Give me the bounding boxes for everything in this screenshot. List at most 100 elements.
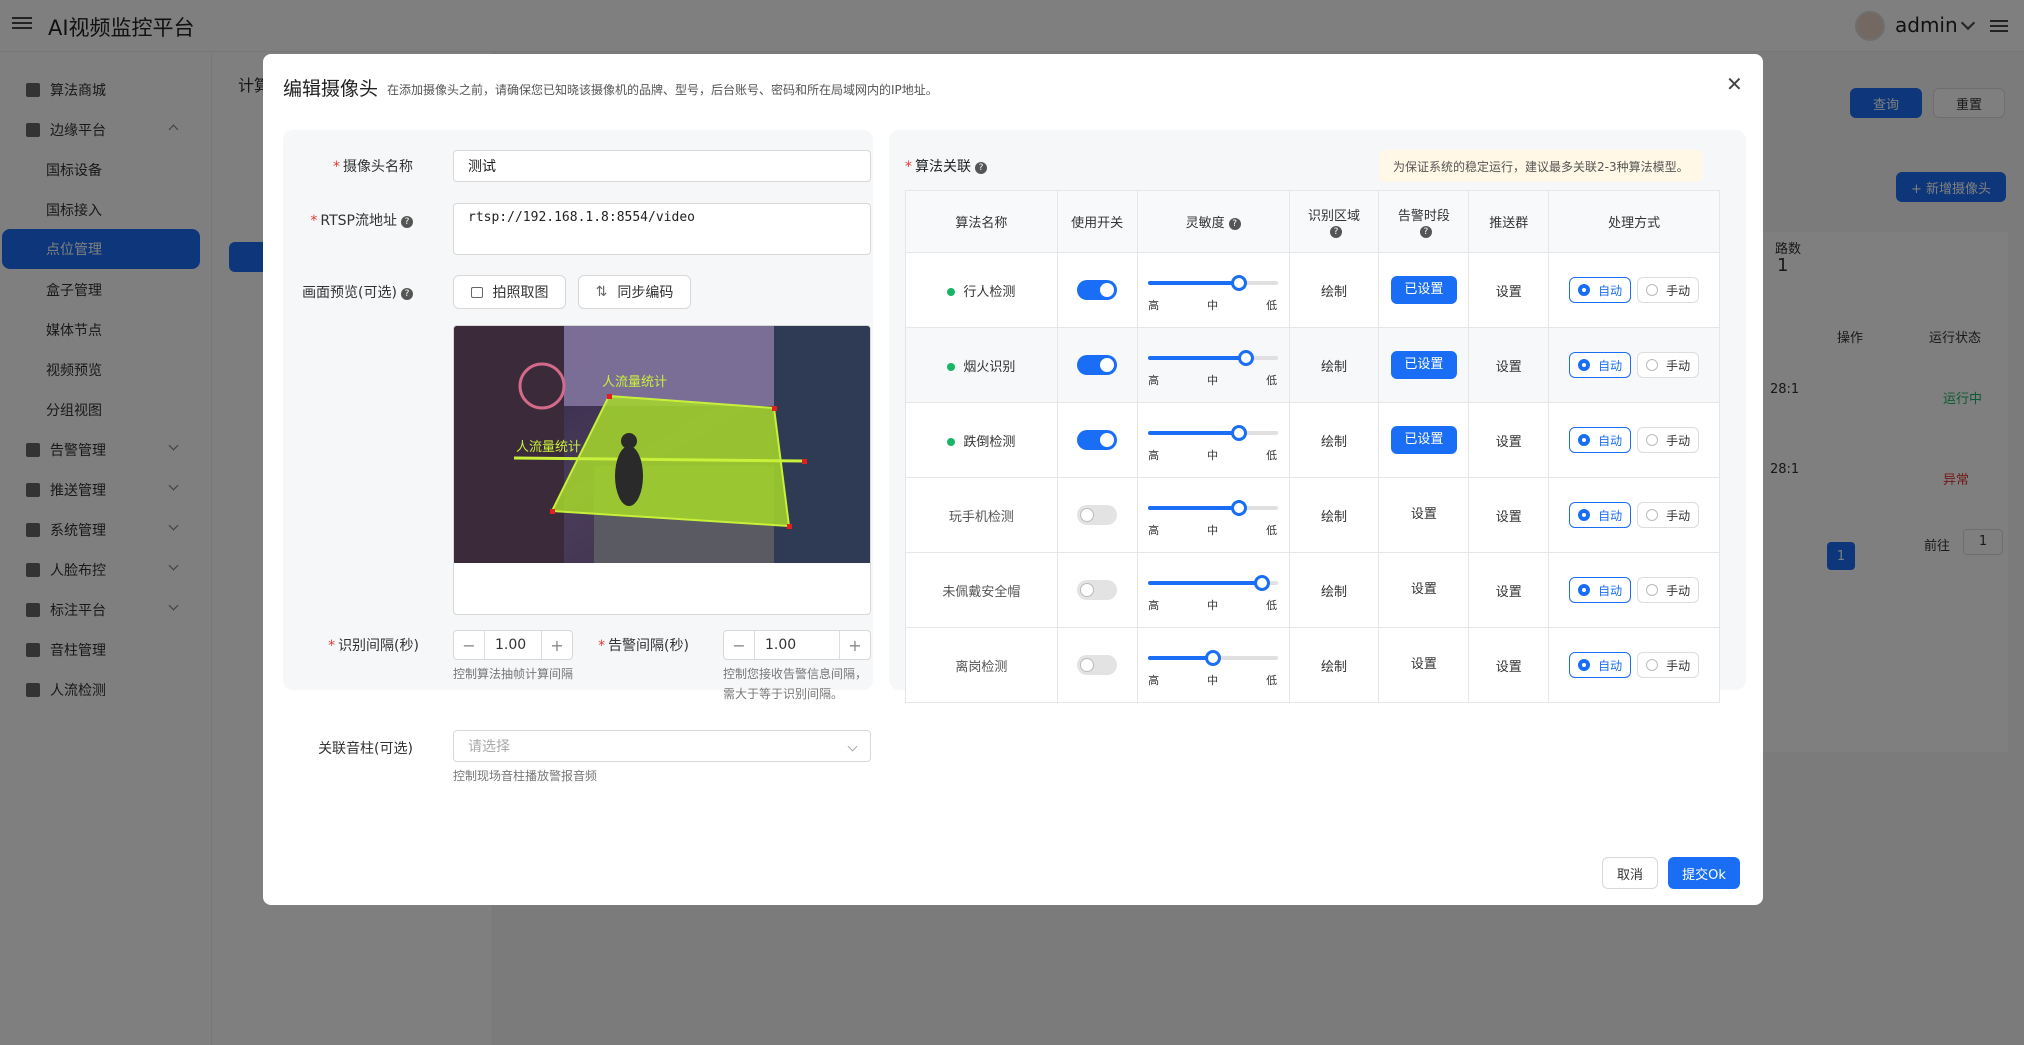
column-header: 使用开关 — [1056, 190, 1138, 253]
region-cell[interactable]: 绘制 — [1288, 402, 1380, 478]
recog-interval-stepper[interactable]: −1.00 + — [453, 630, 573, 660]
slider-handle[interactable] — [1231, 275, 1248, 291]
table-row: 跌倒检测 高中低绘制 已设置 设置 自动 手动 — [905, 402, 1720, 478]
algorithm-name-cell: 离岗检测 — [905, 627, 1058, 703]
mode-cell: 自动 手动 — [1548, 477, 1720, 553]
time-setting-button[interactable]: 已设置 — [1390, 276, 1457, 304]
enable-toggle[interactable] — [1077, 580, 1118, 600]
mode-manual-radio[interactable]: 手动 — [1637, 652, 1700, 678]
enable-toggle[interactable] — [1077, 505, 1118, 525]
time-setting-button[interactable]: 已设置 — [1390, 351, 1457, 379]
camera-snapshot: 人流量统计 人流量统计 — [454, 326, 870, 563]
mode-cell: 自动 手动 — [1548, 552, 1720, 628]
sensitivity-slider[interactable]: 高中低 — [1148, 342, 1279, 388]
algorithm-name-cell: 跌倒检测 — [905, 402, 1058, 478]
slider-handle[interactable] — [1205, 650, 1222, 666]
mode-cell: 自动 手动 — [1548, 402, 1720, 478]
sensitivity-cell: 高中低 — [1136, 552, 1290, 628]
enable-toggle-cell — [1056, 552, 1138, 628]
slider-handle[interactable] — [1231, 500, 1248, 516]
column-header: 告警时段? — [1378, 190, 1470, 253]
cancel-button[interactable]: 取消 — [1602, 857, 1658, 889]
sensitivity-slider[interactable]: 高中低 — [1148, 492, 1279, 538]
sensitivity-slider[interactable]: 高中低 — [1148, 567, 1279, 613]
algorithm-name-cell: 行人检测 — [905, 252, 1058, 328]
mode-manual-radio[interactable]: 手动 — [1637, 352, 1700, 378]
enable-toggle[interactable] — [1077, 655, 1118, 675]
sensitivity-cell: 高中低 — [1136, 627, 1290, 703]
push-cell[interactable]: 设置 — [1468, 252, 1550, 328]
recog-interval-hint: 控制算法抽帧计算间隔 — [453, 667, 574, 681]
mode-auto-radio[interactable]: 自动 — [1569, 502, 1632, 528]
mode-auto-radio[interactable]: 自动 — [1569, 427, 1632, 453]
time-setting-button[interactable]: 设置 — [1391, 501, 1457, 529]
slider-handle[interactable] — [1254, 575, 1271, 591]
help-icon: ? — [401, 288, 413, 300]
sensitivity-slider[interactable]: 高中低 — [1148, 642, 1279, 688]
mode-auto-radio[interactable]: 自动 — [1569, 277, 1632, 303]
chevron-down-icon — [847, 741, 858, 751]
recog-interval-label: * 识别间隔(秒) — [328, 638, 419, 654]
close-icon[interactable]: ✕ — [1726, 72, 1743, 96]
push-cell[interactable]: 设置 — [1468, 327, 1550, 403]
submit-button[interactable]: 提交Ok — [1668, 857, 1740, 889]
rtsp-url-input[interactable]: rtsp://192.168.1.8:8554/video — [453, 203, 871, 255]
region-cell[interactable]: 绘制 — [1288, 252, 1380, 328]
sensitivity-slider[interactable]: 高中低 — [1148, 417, 1279, 463]
region-cell[interactable]: 绘制 — [1288, 552, 1380, 628]
alarm-interval-stepper[interactable]: −1.00 + — [723, 630, 871, 660]
active-dot-icon — [947, 437, 956, 446]
algorithm-name-cell: 玩手机检测 — [905, 477, 1058, 553]
push-cell[interactable]: 设置 — [1468, 402, 1550, 478]
enable-toggle[interactable] — [1077, 430, 1118, 450]
mode-manual-radio[interactable]: 手动 — [1637, 427, 1700, 453]
help-icon: ? — [1329, 225, 1342, 238]
mode-manual-radio[interactable]: 手动 — [1637, 277, 1700, 303]
help-icon: ? — [401, 216, 413, 228]
time-setting-button[interactable]: 设置 — [1391, 576, 1457, 604]
video-preview[interactable]: 人流量统计 人流量统计 — [453, 325, 871, 615]
active-dot-icon — [947, 287, 956, 296]
help-icon: ? — [975, 162, 987, 174]
push-cell[interactable]: 设置 — [1468, 477, 1550, 553]
image-icon — [470, 286, 483, 298]
table-row: 未佩戴安全帽高中低绘制 设置 设置 自动 手动 — [905, 552, 1720, 628]
region-cell[interactable]: 绘制 — [1288, 627, 1380, 703]
slider-handle[interactable] — [1238, 350, 1255, 366]
mode-manual-radio[interactable]: 手动 — [1637, 502, 1700, 528]
decrement-button[interactable]: − — [724, 636, 754, 655]
enable-toggle-cell — [1056, 477, 1138, 553]
sensitivity-cell: 高中低 — [1136, 477, 1290, 553]
snapshot-button[interactable]: 拍照取图 — [453, 275, 566, 309]
alarm-interval-label: * 告警间隔(秒) — [598, 638, 689, 654]
mode-auto-radio[interactable]: 自动 — [1569, 652, 1632, 678]
region-cell[interactable]: 绘制 — [1288, 477, 1380, 553]
camera-name-input[interactable]: 测试 — [453, 150, 871, 182]
table-row: 行人检测 高中低绘制 已设置 设置 自动 手动 — [905, 252, 1720, 328]
mode-cell: 自动 手动 — [1548, 627, 1720, 703]
time-cell: 设置 — [1378, 552, 1470, 628]
speaker-select[interactable]: 请选择 — [453, 730, 871, 762]
dialog-subtitle: 在添加摄像头之前，请确保您已知晓该摄像机的品牌、型号，后台账号、密码和所在局域网… — [387, 83, 938, 97]
alarm-interval-hint: 控制您接收告警信息间隔，需大于等于识别间隔。 — [723, 667, 868, 701]
enable-toggle[interactable] — [1077, 355, 1118, 375]
mode-auto-radio[interactable]: 自动 — [1569, 352, 1632, 378]
enable-toggle[interactable] — [1077, 280, 1118, 300]
time-cell: 设置 — [1378, 627, 1470, 703]
mode-auto-radio[interactable]: 自动 — [1569, 577, 1632, 603]
time-setting-button[interactable]: 设置 — [1391, 651, 1457, 679]
decrement-button[interactable]: − — [454, 636, 484, 655]
time-cell: 设置 — [1378, 477, 1470, 553]
sync-encoding-button[interactable]: ⇅ 同步编码 — [578, 275, 691, 309]
push-cell[interactable]: 设置 — [1468, 627, 1550, 703]
time-setting-button[interactable]: 已设置 — [1390, 426, 1457, 454]
push-cell[interactable]: 设置 — [1468, 552, 1550, 628]
mode-manual-radio[interactable]: 手动 — [1637, 577, 1700, 603]
sensitivity-slider[interactable]: 高中低 — [1148, 267, 1279, 313]
increment-button[interactable]: + — [840, 636, 870, 655]
edit-camera-dialog: 编辑摄像头 在添加摄像头之前，请确保您已知晓该摄像机的品牌、型号，后台账号、密码… — [263, 54, 1763, 905]
enable-toggle-cell — [1056, 252, 1138, 328]
table-row: 烟火识别 高中低绘制 已设置 设置 自动 手动 — [905, 327, 1720, 403]
region-cell[interactable]: 绘制 — [1288, 327, 1380, 403]
slider-handle[interactable] — [1231, 425, 1248, 441]
